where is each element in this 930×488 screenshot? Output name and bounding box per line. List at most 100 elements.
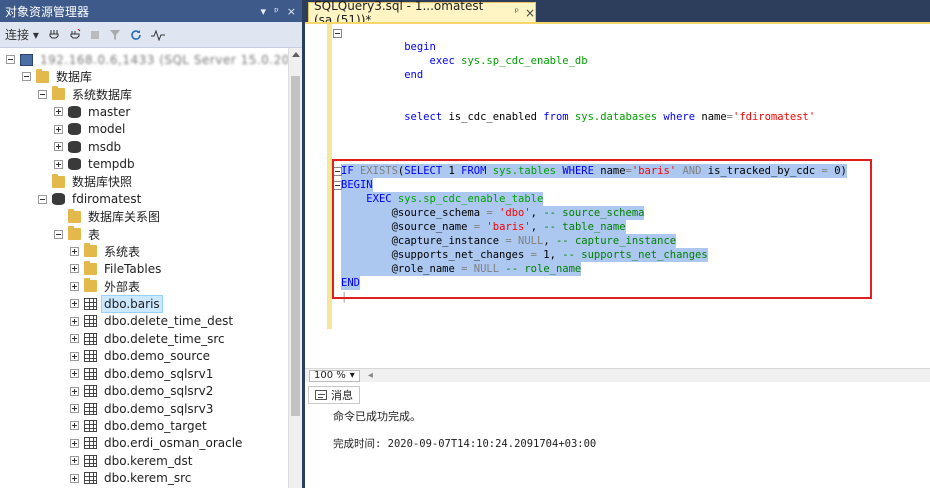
folder-icon [84, 278, 97, 293]
tree-node-label: 192.168.0.6,1433 (SQL Server 15.0.2000 -… [40, 52, 288, 67]
connect-button[interactable]: 连接 ▾ [5, 26, 39, 43]
tree-node[interactable]: dbo.erdi_osman_oracle [70, 434, 244, 453]
expand-icon[interactable] [70, 334, 79, 344]
expand-icon[interactable] [70, 386, 79, 396]
tree-node-label: 数据库快照 [72, 175, 133, 190]
zoom-dropdown[interactable]: 100 % ▾ [309, 369, 360, 382]
disconnect-icon[interactable] [69, 28, 81, 41]
collapse-icon[interactable] [6, 55, 15, 64]
tree-node[interactable]: 系统数据库 [38, 85, 134, 104]
folder-icon [52, 86, 65, 101]
tree-node-label: 系统表 [104, 244, 141, 259]
folder-icon [52, 173, 65, 188]
collapse-icon[interactable] [22, 72, 31, 82]
tree-node[interactable]: dbo.delete_time_dest [70, 312, 235, 331]
code-line-text: exec sys.sp_cdc_enable_db [429, 55, 588, 67]
refresh-icon[interactable] [130, 29, 142, 41]
expand-icon[interactable] [70, 404, 79, 413]
editor-status-bar: 100 % ▾ ◂ [305, 368, 930, 382]
tree-node[interactable]: dbo.kerem_dst [70, 451, 194, 470]
expand-icon[interactable] [70, 316, 79, 326]
tree-node[interactable]: dbo.kerem_src [70, 469, 193, 488]
tree-node[interactable]: dbo.demo_sqlsrv3 [70, 399, 215, 418]
table-icon [84, 350, 97, 363]
expand-icon[interactable] [54, 107, 63, 117]
result-message: 命令已成功完成。 [333, 410, 421, 423]
tree-node[interactable]: model [54, 120, 127, 139]
messages-icon [315, 390, 327, 400]
database-icon [68, 140, 81, 153]
editor-area: SQLQuery3.sql - 1...omatest (sa (51))* ᵖ… [305, 0, 930, 488]
collapse-icon[interactable] [38, 89, 47, 99]
table-icon [84, 385, 97, 398]
database-icon [68, 105, 81, 118]
collapse-icon[interactable] [38, 194, 47, 204]
tree-node-label: dbo.demo_sqlsrv3 [104, 401, 214, 416]
tree-node-label: dbo.demo_sqlsrv1 [104, 366, 214, 381]
tree-node-label: dbo.kerem_src [104, 471, 192, 486]
tree-node[interactable]: msdb [54, 137, 123, 156]
table-icon [84, 419, 97, 432]
close-icon[interactable]: × [287, 5, 296, 18]
folder-icon [84, 260, 97, 275]
tree-node[interactable]: 表 [54, 225, 102, 244]
collapse-icon[interactable] [54, 229, 63, 239]
chevron-down-icon: ▾ [349, 370, 355, 381]
expand-icon[interactable] [70, 281, 79, 291]
expand-icon[interactable] [54, 142, 63, 152]
tree-node[interactable]: FileTables [70, 259, 163, 278]
tree-node[interactable]: 192.168.0.6,1433 (SQL Server 15.0.2000 -… [6, 50, 288, 69]
tree-node[interactable]: 数据库快照 [38, 172, 134, 191]
tab-sqlquery3[interactable]: SQLQuery3.sql - 1...omatest (sa (51))* ᵖ… [308, 0, 536, 27]
expand-icon[interactable] [70, 473, 79, 483]
tree-node[interactable]: 外部表 [70, 277, 142, 296]
expand-icon[interactable] [70, 351, 79, 361]
activity-icon[interactable] [150, 29, 165, 41]
expand-icon[interactable] [70, 421, 79, 431]
code-line-text: select is_cdc_enabled from sys.databases… [404, 111, 816, 123]
filter-icon[interactable] [109, 29, 121, 41]
expand-icon[interactable] [70, 369, 79, 379]
zoom-value: 100 % [314, 370, 346, 381]
code-line: end [341, 54, 423, 81]
tab-pin-icon[interactable]: ᵖ [515, 7, 519, 18]
tree-node-label: dbo.demo_source [104, 349, 211, 364]
tree-node[interactable]: dbo.demo_sqlsrv2 [70, 382, 215, 401]
scroll-up-icon[interactable] [292, 52, 300, 57]
folder-icon [36, 68, 49, 83]
tree-node[interactable]: 数据库关系图 [54, 207, 162, 226]
fold-toggle-icon[interactable] [333, 29, 342, 38]
document-tabstrip: SQLQuery3.sql - 1...omatest (sa (51))* ᵖ… [305, 0, 930, 27]
expand-icon[interactable] [70, 264, 79, 274]
tree-node[interactable]: fdiromatest [38, 190, 143, 209]
connect-icon[interactable] [48, 29, 60, 41]
tree-node[interactable]: master [54, 102, 132, 121]
tree-node[interactable]: dbo.baris [70, 294, 163, 313]
tab-close-icon[interactable]: × [525, 6, 535, 20]
expand-icon[interactable] [70, 246, 79, 256]
tab-messages[interactable]: 消息 [308, 386, 360, 404]
tree-node-label: 系统数据库 [72, 87, 133, 102]
expand-icon[interactable] [70, 299, 79, 309]
tree-node[interactable]: dbo.delete_time_src [70, 329, 227, 348]
expand-icon[interactable] [70, 456, 79, 466]
sql-editor[interactable]: begin exec sys.sp_cdc_enable_db end sele… [305, 22, 930, 368]
panel-dropdown-icon[interactable]: ▾ [261, 5, 267, 18]
tree-node[interactable]: dbo.demo_source [70, 347, 212, 366]
stop-icon[interactable] [90, 30, 100, 40]
tree-scrollbar[interactable] [288, 48, 302, 488]
expand-icon[interactable] [54, 124, 63, 134]
pin-icon[interactable]: ᵖ [274, 5, 279, 18]
scroll-left-icon[interactable]: ◂ [368, 370, 373, 381]
messages-tab-label: 消息 [331, 389, 353, 402]
tree-node-label: dbo.delete_time_src [104, 331, 225, 346]
tree-node[interactable]: tempdb [54, 155, 137, 174]
tree-node[interactable]: 系统表 [70, 242, 142, 261]
expand-icon[interactable] [70, 438, 79, 448]
tree-node-label: dbo.kerem_dst [104, 453, 193, 468]
tree-node[interactable]: dbo.demo_target [70, 416, 209, 435]
tree-node[interactable]: dbo.demo_sqlsrv1 [70, 364, 215, 383]
expand-icon[interactable] [54, 159, 63, 169]
scrollbar-thumb[interactable] [291, 76, 300, 416]
tree-node[interactable]: 数据库 [22, 67, 94, 86]
